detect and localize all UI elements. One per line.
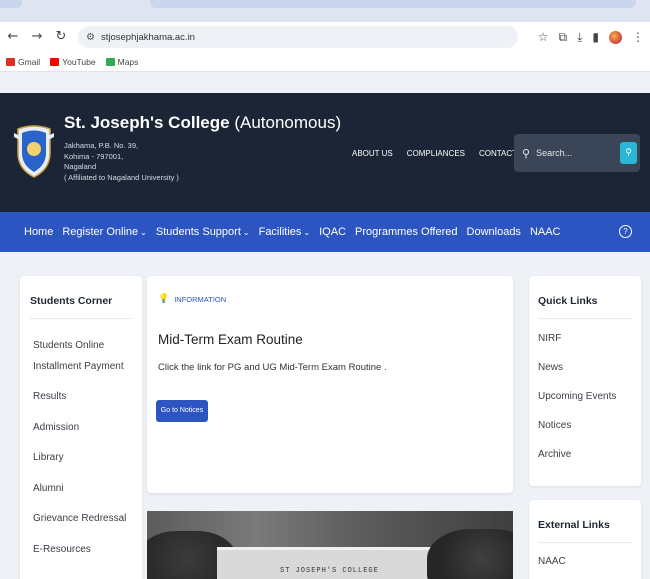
lightbulb-icon: 💡	[158, 294, 170, 304]
college-name[interactable]: St. Joseph's College (Autonomous)	[64, 113, 341, 133]
maps-icon	[105, 57, 115, 66]
list-item-library[interactable]: Library	[33, 452, 143, 483]
information-card: 💡 INFORMATION Mid-Term Exam Routine Clic…	[147, 276, 513, 493]
college-name-bold: St. Joseph's College	[64, 113, 230, 132]
nav-label: Downloads	[466, 226, 521, 238]
quick-link-news[interactable]: News	[538, 362, 616, 391]
menu-kebab-icon[interactable]: ⋮	[632, 30, 644, 44]
information-description: Click the link for PG and UG Mid-Term Ex…	[158, 362, 387, 373]
browser-toolbar: ← → ↻ ⚙ stjosephjakhama.ac.in ☆ ⧉ ⤓ ▮ ⋮	[0, 22, 650, 52]
college-crest-logo[interactable]	[14, 123, 54, 179]
nav-programmes-offered[interactable]: Programmes Offered	[355, 226, 458, 238]
list-item-grievance[interactable]: Grievance Redressal	[33, 513, 143, 544]
chevron-down-icon: ⌄	[140, 228, 147, 237]
nav-label: Register Online	[62, 226, 139, 238]
external-links-card: External Links NAAC	[529, 500, 641, 579]
address-line: Kohima - 797001,	[64, 151, 124, 161]
site-info-icon[interactable]: ⚙	[86, 32, 95, 43]
college-address: Jakhama, P.B. No. 39, Kohima - 797001, N…	[64, 141, 179, 183]
address-line: Nagaland	[64, 162, 97, 171]
external-links-title: External Links	[538, 519, 610, 531]
main-navigation: Home Register Online ⌄ Students Support ⌄ …	[0, 212, 650, 252]
bookmark-label: Gmail	[18, 56, 41, 67]
quick-links-title: Quick Links	[538, 295, 598, 307]
gmail-icon	[6, 57, 15, 66]
quick-link-nirf[interactable]: NIRF	[538, 333, 616, 362]
search-icon: ⚲	[522, 146, 531, 160]
photo-tree	[427, 529, 513, 579]
site-header: St. Joseph's College (Autonomous) Jakham…	[0, 93, 650, 212]
divider	[538, 318, 632, 319]
active-tab[interactable]	[150, 0, 636, 8]
list-item-admission[interactable]: Admission	[33, 422, 143, 453]
download-icon[interactable]: ⤓	[577, 30, 582, 45]
chevron-down-icon: ⌄	[242, 228, 250, 237]
divider	[538, 542, 632, 543]
address-line: Jakhama, P.B. No. 39,	[64, 141, 139, 150]
side-panel-icon[interactable]: ▮	[592, 30, 599, 44]
students-corner-title: Students Corner	[30, 295, 113, 307]
information-tag-label: INFORMATION	[174, 294, 227, 304]
nav-downloads[interactable]: Downloads	[467, 226, 521, 238]
college-name-suffix: (Autonomous)	[234, 113, 342, 132]
list-item-alumni[interactable]: Alumni	[33, 483, 143, 514]
college-photo: ST JOSEPH'S COLLEGE	[147, 511, 513, 579]
nav-label: Students Support	[155, 226, 241, 238]
address-bar[interactable]: ⚙ stjosephjakhama.ac.in	[78, 26, 518, 48]
nav-label: NAAC	[529, 226, 561, 238]
extensions-icon[interactable]: ⧉	[559, 30, 568, 45]
url-text[interactable]: stjosephjakhama.ac.in	[101, 32, 195, 43]
quick-links-card: Quick Links NIRF News Upcoming Events No…	[529, 276, 641, 486]
quick-links-list: NIRF News Upcoming Events Notices Archiv…	[538, 333, 616, 478]
nav-label: Home	[24, 226, 54, 238]
external-link-naac[interactable]: NAAC	[538, 556, 566, 579]
compliances-link[interactable]: COMPLIANCES	[407, 149, 465, 158]
back-arrow-icon[interactable]: ←	[6, 30, 20, 44]
quick-link-upcoming-events[interactable]: Upcoming Events	[538, 391, 616, 420]
go-to-notices-button[interactable]: Go to Notices	[156, 400, 208, 422]
nav-students-support[interactable]: Students Support ⌄	[156, 226, 250, 238]
help-icon[interactable]: ?	[619, 225, 632, 238]
header-links: ABOUT US COMPLIANCES CONTACT US	[352, 149, 530, 158]
quick-link-archive[interactable]: Archive	[538, 449, 616, 478]
divider	[30, 318, 132, 319]
nav-iqac[interactable]: IQAC	[319, 226, 346, 238]
quick-link-notices[interactable]: Notices	[538, 420, 616, 449]
bookmark-label: YouTube	[62, 56, 96, 67]
students-corner-card: Students Corner Students Online Installm…	[20, 276, 142, 579]
students-corner-list: Students Online Installment Payment Resu…	[33, 335, 143, 574]
tab-edge	[0, 0, 22, 8]
site-search: ⚲ ⚲	[514, 134, 640, 172]
photo-building-sign: ST JOSEPH'S COLLEGE	[280, 567, 379, 575]
browser-tabstrip	[0, 0, 650, 22]
address-line: ( Affiliated to Nagaland University )	[64, 172, 179, 182]
nav-home[interactable]: Home	[24, 226, 53, 238]
external-links-list: NAAC	[538, 556, 566, 579]
list-item-results[interactable]: Results	[33, 391, 143, 422]
youtube-icon	[50, 57, 60, 66]
nav-naac[interactable]: NAAC	[530, 226, 561, 238]
forward-arrow-icon[interactable]: →	[30, 30, 44, 44]
nav-facilities[interactable]: Facilities ⌄	[259, 226, 311, 238]
list-item-e-resources[interactable]: E-Resources	[33, 544, 143, 575]
nav-label: Programmes Offered	[355, 226, 458, 238]
bookmark-gmail[interactable]: Gmail	[6, 57, 40, 67]
bookmark-maps[interactable]: Maps	[105, 56, 139, 67]
profile-avatar[interactable]	[609, 30, 622, 44]
information-tag: 💡 INFORMATION	[158, 294, 226, 304]
nav-label: Facilities	[258, 226, 302, 238]
chevron-down-icon: ⌄	[303, 228, 311, 237]
bookmark-star-icon[interactable]: ☆	[538, 30, 549, 44]
list-item-online-payment[interactable]: Students Online Installment Payment	[33, 335, 143, 391]
search-input[interactable]	[536, 148, 607, 158]
bookmark-label: Maps	[117, 56, 139, 67]
information-title: Mid-Term Exam Routine	[158, 332, 303, 347]
search-submit-button[interactable]: ⚲	[620, 142, 637, 164]
about-us-link[interactable]: ABOUT US	[352, 149, 393, 158]
nav-register-online[interactable]: Register Online ⌄	[62, 226, 147, 238]
nav-label: IQAC	[319, 226, 346, 238]
bookmark-youtube[interactable]: YouTube	[50, 56, 96, 67]
bookmarks-bar: Gmail YouTube Maps	[0, 52, 650, 72]
reload-icon[interactable]: ↻	[54, 30, 68, 44]
